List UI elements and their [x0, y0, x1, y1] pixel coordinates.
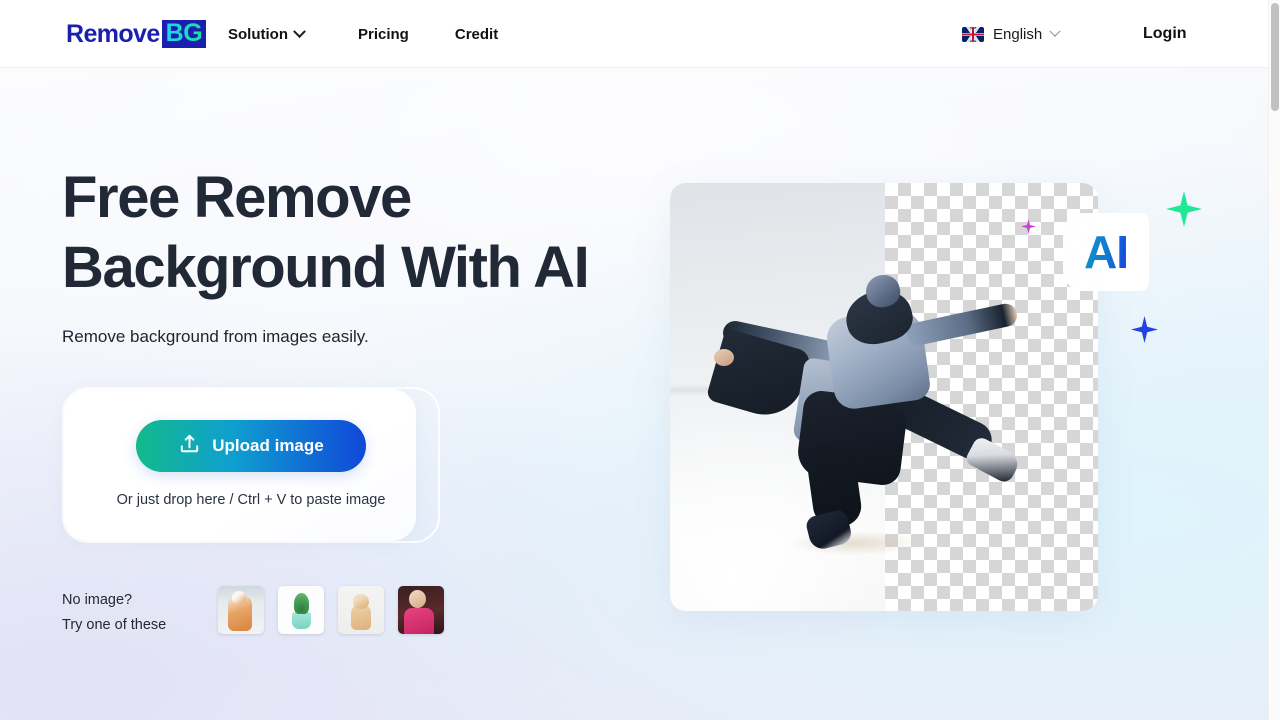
sample-label-line2: Try one of these [62, 617, 167, 633]
cat-thumbnail[interactable] [218, 586, 264, 634]
language-label: English [993, 25, 1043, 43]
nav-item-pricing-label: Pricing [358, 25, 409, 43]
page-subtitle: Remove background from images easily. [62, 327, 369, 346]
logo-badge-text: BG [165, 19, 203, 47]
main-navigation: Solution Pricing Credit [228, 0, 498, 68]
site-logo[interactable]: Remove BG [66, 19, 207, 48]
site-header: Remove BG Solution Pricing Credit Englis… [0, 0, 1268, 68]
person-thumbnail[interactable] [398, 586, 444, 634]
nav-item-pricing[interactable]: Pricing [358, 26, 409, 43]
page-background: Remove BG Solution Pricing Credit Englis… [0, 0, 1280, 720]
nav-item-solution[interactable]: Solution [228, 24, 306, 43]
preview-image-area [670, 183, 1098, 611]
dog-thumbnail[interactable] [338, 586, 384, 634]
sample-images-label: No image? Try one of these [62, 588, 166, 638]
uk-flag-icon [962, 26, 984, 42]
logo-text-remove: Remove [66, 19, 160, 48]
drop-hint-text: Or just drop here / Ctrl + V to paste im… [116, 492, 386, 508]
language-selector[interactable]: English [962, 0, 1061, 68]
blue-sparkle-icon [1131, 316, 1158, 343]
plant-thumbnail[interactable] [278, 586, 324, 634]
nav-item-credit[interactable]: Credit [455, 26, 498, 43]
preview-image-card [670, 183, 1098, 611]
logo-badge-bg: BG [161, 19, 207, 48]
sample-thumbnail-list [218, 586, 444, 634]
ai-badge-label: AI [1084, 226, 1129, 278]
page-scrollbar[interactable] [1268, 0, 1280, 720]
upload-image-button-label: Upload image [212, 436, 324, 455]
green-sparkle-icon [1166, 191, 1202, 227]
sample-label-line1: No image? [62, 592, 133, 608]
chevron-down-icon [1049, 25, 1061, 37]
chevron-down-icon [293, 24, 306, 38]
nav-item-solution-label: Solution [228, 25, 288, 43]
upload-image-button[interactable]: Upload image [136, 420, 366, 472]
ai-badge: AI [1063, 213, 1149, 291]
nav-item-credit-label: Credit [454, 25, 499, 43]
page-title-line2: Background With AI [62, 235, 590, 300]
page-title: Free Remove Background With AI [62, 163, 682, 303]
upload-icon [178, 433, 201, 459]
page-title-line1: Free Remove [62, 165, 412, 230]
scrollbar-thumb[interactable] [1271, 3, 1279, 111]
pink-sparkle-icon [1021, 219, 1036, 234]
jumping-person-photo [670, 183, 1098, 611]
login-button[interactable]: Login [1143, 0, 1187, 68]
